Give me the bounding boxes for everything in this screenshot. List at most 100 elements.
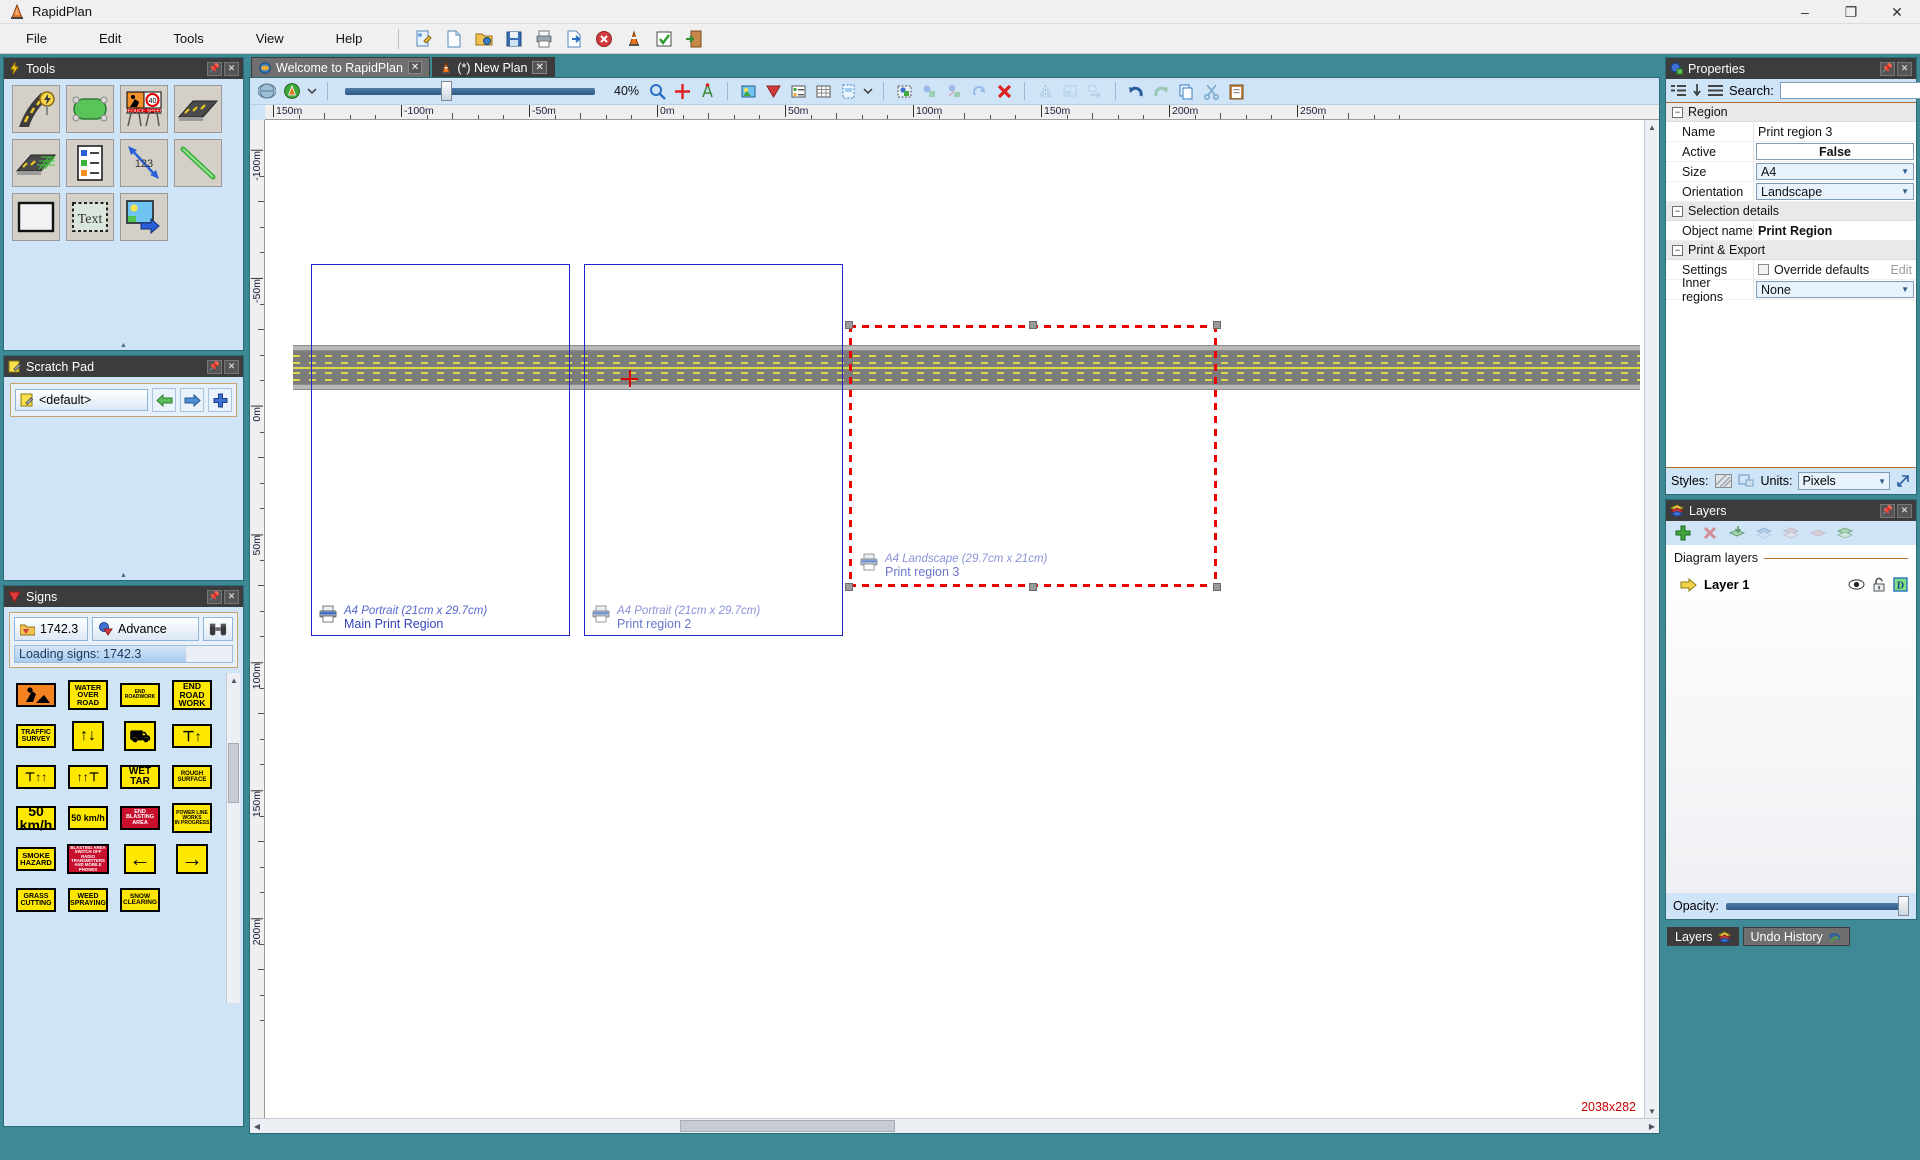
chevron-down-icon[interactable]: ▼ <box>1901 187 1909 196</box>
expand-icon[interactable] <box>1896 474 1911 488</box>
chevron-down-icon[interactable] <box>862 80 874 102</box>
resize-handle-top-center[interactable] <box>1029 321 1037 329</box>
property-group-selection-details[interactable]: − Selection details <box>1666 202 1916 221</box>
export-icon[interactable] <box>561 27 587 51</box>
speed-50-kmh-small-sign[interactable]: 50 km/h <box>66 801 110 835</box>
traffic-cone-icon[interactable] <box>621 27 647 51</box>
road-hatching-icon[interactable] <box>12 139 60 187</box>
cut-icon[interactable] <box>1200 80 1222 102</box>
distribute-icon[interactable] <box>1084 80 1106 102</box>
override-defaults-checkbox[interactable] <box>1758 264 1769 275</box>
end-roadwork-sign[interactable]: END ROADWORK <box>118 678 162 712</box>
menu-view[interactable]: View <box>230 26 310 51</box>
canvas-vertical-scrollbar[interactable]: ▲ ▼ <box>1644 120 1659 1118</box>
chevron-down-icon[interactable]: ▼ <box>1878 477 1886 486</box>
property-value-orientation[interactable]: Landscape ▼ <box>1756 183 1914 200</box>
list-icon[interactable] <box>1708 84 1723 98</box>
ungroup-icon[interactable] <box>943 80 965 102</box>
minimize-button[interactable]: – <box>1782 0 1828 24</box>
bottom-tab-undo-history[interactable]: Undo History <box>1742 927 1850 946</box>
pin-icon[interactable]: 📌 <box>1880 61 1895 76</box>
print-region-2[interactable]: A4 Portrait (21cm x 29.7cm) Print region… <box>584 264 843 636</box>
copy-icon[interactable] <box>1175 80 1197 102</box>
rectangle-icon[interactable] <box>12 193 60 241</box>
grass-cutting-sign[interactable]: GRASS CUTTING <box>14 883 58 917</box>
menu-help[interactable]: Help <box>310 26 389 51</box>
power-line-works-sign[interactable]: POWER LINE WORKS IN PROGRESS <box>170 801 214 835</box>
road-with-sign-icon[interactable] <box>12 85 60 133</box>
mirror-icon[interactable] <box>1034 80 1056 102</box>
group-icon[interactable] <box>918 80 940 102</box>
close-icon[interactable]: ✕ <box>1897 61 1912 76</box>
left-arrow-sign[interactable]: ← <box>118 842 162 876</box>
scroll-right-arrow[interactable]: ▶ <box>1645 1119 1659 1133</box>
menu-edit[interactable]: Edit <box>73 26 147 51</box>
print-icon[interactable] <box>531 27 557 51</box>
move-layer-down-icon[interactable] <box>1782 525 1799 542</box>
resize-handle-bottom-center[interactable] <box>1029 583 1037 591</box>
close-icon[interactable]: ✕ <box>224 359 239 374</box>
property-row-name[interactable]: Name Print region 3 <box>1666 122 1916 142</box>
import-layer-icon[interactable] <box>1728 525 1745 542</box>
resize-handle-bottom-left[interactable] <box>845 583 853 591</box>
snow-clearing-sign[interactable]: SNOW CLEARING <box>118 883 162 917</box>
main-print-region[interactable]: A4 Portrait (21cm x 29.7cm) Main Print R… <box>311 264 570 636</box>
chevron-down-icon[interactable] <box>306 80 318 102</box>
units-selector[interactable]: Pixels ▼ <box>1798 472 1890 490</box>
paste-icon[interactable] <box>1225 80 1247 102</box>
red-crosshair-icon[interactable] <box>671 80 693 102</box>
legend-icon[interactable] <box>787 80 809 102</box>
weed-spraying-sign[interactable]: WEED SPRAYING <box>66 883 110 917</box>
scratch-pad-canvas[interactable] <box>4 423 243 571</box>
dimension-arrow-123-icon[interactable]: 123 <box>120 139 168 187</box>
property-value-name[interactable]: Print region 3 <box>1754 122 1916 141</box>
slider-knob[interactable] <box>1898 896 1909 916</box>
legend-list-icon[interactable] <box>66 139 114 187</box>
signs-category-selector[interactable]: Advance <box>92 617 199 641</box>
categorize-icon[interactable] <box>1671 84 1686 98</box>
collapse-icon[interactable]: − <box>1672 205 1683 217</box>
bottom-tab-layers[interactable]: Layers <box>1667 927 1739 946</box>
green-area-icon[interactable] <box>66 85 114 133</box>
canvas-horizontal-scrollbar[interactable]: ◀ ▶ <box>250 1118 1659 1133</box>
pin-icon[interactable]: 📌 <box>207 61 222 76</box>
traffic-survey-sign[interactable]: TRAFFIC SURVEY <box>14 719 58 753</box>
property-row-active[interactable]: Active False <box>1666 142 1916 162</box>
lane-merge-right-sign[interactable]: ⊤↑ <box>170 719 214 753</box>
shape-style-icon[interactable] <box>1737 474 1755 488</box>
tab-welcome-to-rapidplan[interactable]: Welcome to RapidPlan ✕ <box>251 57 431 77</box>
chevron-down-icon[interactable]: ▼ <box>1901 167 1909 176</box>
scratch-pad-resize-grip[interactable]: ▲ <box>4 571 243 580</box>
scroll-left-arrow[interactable]: ◀ <box>250 1119 264 1133</box>
property-value-size[interactable]: A4 ▼ <box>1756 163 1914 180</box>
chevron-down-icon[interactable]: ▼ <box>1901 285 1909 294</box>
select-object-icon[interactable] <box>893 80 915 102</box>
resize-handle-top-left[interactable] <box>845 321 853 329</box>
properties-search-input[interactable] <box>1779 82 1920 99</box>
property-row-inner-regions[interactable]: Inner regions None ▼ <box>1666 276 1916 304</box>
opacity-slider[interactable] <box>1725 896 1909 916</box>
property-value-inner-regions[interactable]: None ▼ <box>1756 281 1914 298</box>
close-icon[interactable]: ✕ <box>224 589 239 604</box>
redo-icon[interactable] <box>1150 80 1172 102</box>
property-value-active[interactable]: False <box>1756 143 1914 160</box>
align-icon[interactable] <box>1059 80 1081 102</box>
duplicate-layer-icon[interactable] <box>1836 525 1853 542</box>
insert-image-icon[interactable] <box>120 193 168 241</box>
table-icon[interactable] <box>812 80 834 102</box>
tools-panel-resize-grip[interactable]: ▲ <box>4 341 243 350</box>
delete-layer-icon[interactable] <box>1701 525 1718 542</box>
slider-knob[interactable] <box>441 81 452 101</box>
property-row-object-name[interactable]: Object name Print Region <box>1666 221 1916 241</box>
green-left-arrow-icon[interactable] <box>152 388 176 412</box>
tab-close-icon[interactable]: ✕ <box>407 61 423 74</box>
magnifier-icon[interactable] <box>646 80 668 102</box>
property-row-size[interactable]: Size A4 ▼ <box>1666 162 1916 182</box>
two-way-arrows-sign[interactable]: ↑↓ <box>66 719 110 753</box>
unlocked-icon[interactable] <box>1872 577 1886 592</box>
delete-icon[interactable] <box>993 80 1015 102</box>
globe-icon[interactable] <box>256 80 278 102</box>
property-value-settings[interactable]: Override defaults Edit <box>1754 260 1916 279</box>
onsite-mode-icon[interactable] <box>281 80 303 102</box>
lane-closed-right-sign[interactable]: ↑↑⊤ <box>66 760 110 794</box>
